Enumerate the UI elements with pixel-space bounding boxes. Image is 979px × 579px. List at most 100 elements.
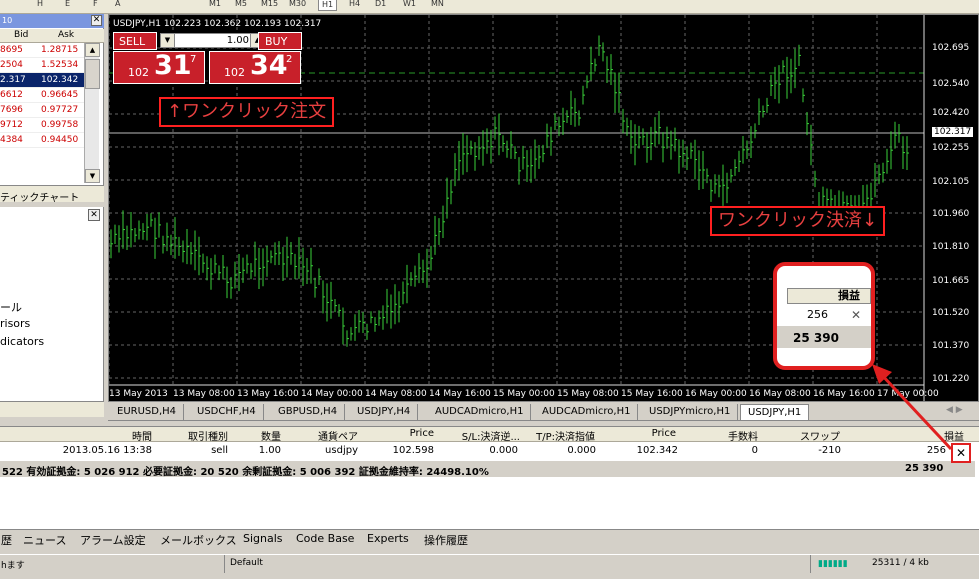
col-sl[interactable]: S/L:決済逆... — [450, 428, 520, 443]
ask-value: 102.342 — [41, 75, 79, 85]
tab-gbpusd-h4[interactable]: GBPUSD,H4 — [271, 404, 346, 420]
close-icon[interactable]: ✕ — [88, 209, 100, 221]
tf-d1[interactable]: D1 — [372, 0, 389, 11]
tab-audcadmicro-h1-2[interactable]: AUDCADmicro,H1 — [535, 404, 639, 420]
cell-sl: 0.000 — [489, 445, 518, 456]
tf-m30[interactable]: M30 — [286, 0, 309, 11]
nav-item-advisors[interactable]: risors — [0, 317, 30, 330]
col-type[interactable]: 取引種別 — [178, 428, 228, 443]
annotation-one-click-close: ワンクリック決済↓ — [710, 206, 886, 236]
col-volume[interactable]: 数量 — [257, 428, 281, 443]
col-tp[interactable]: T/P:決済指値 — [525, 428, 595, 443]
y-tick-label: 102.695 — [932, 43, 970, 53]
market-watch-header: Bid Ask — [0, 29, 104, 43]
col-price[interactable]: Price — [404, 428, 434, 439]
tf-h1[interactable]: H1 — [318, 0, 338, 11]
scrollbar[interactable]: ▲ ▼ — [84, 43, 100, 183]
chevron-down-icon[interactable]: ▼ — [161, 34, 175, 47]
price-chart[interactable]: USDJPY,H1 102.223 102.362 102.193 102.31… — [108, 14, 979, 402]
table-row[interactable]: 2013.05.16 13:38 sell 1.00 usdjpy 102.59… — [0, 443, 979, 459]
scroll-down-icon[interactable]: ▼ — [85, 169, 100, 183]
list-item[interactable]: 2504 1.52534 — [0, 58, 84, 73]
scroll-thumb[interactable] — [85, 59, 100, 89]
nav-item-indicators[interactable]: dicators — [0, 335, 44, 348]
col-time[interactable]: 時間 — [130, 428, 152, 443]
y-tick-label: 101.220 — [932, 374, 970, 384]
navigator-tabs — [0, 401, 104, 417]
list-item[interactable]: 6612 0.96645 — [0, 88, 84, 103]
list-item[interactable]: 8695 1.28715 — [0, 43, 84, 58]
lot-size-input[interactable]: 1.00 — [177, 34, 249, 47]
navigator-panel: ✕ ール risors dicators — [0, 207, 104, 401]
nav-item-tools[interactable]: ール — [0, 299, 22, 315]
tab-usdchf-h4[interactable]: USDCHF,H4 — [190, 404, 264, 420]
tab-tick-chart[interactable]: ティックチャート — [0, 185, 104, 204]
tf-m5[interactable]: M5 — [232, 0, 250, 11]
terminal-panel: 時間 取引種別 数量 通貨ペア Price S/L:決済逆... T/P:決済指… — [0, 426, 979, 529]
status-profile[interactable]: Default — [230, 558, 263, 568]
scroll-up-icon[interactable]: ▲ — [85, 43, 100, 57]
ask-value: 1.52534 — [41, 60, 79, 70]
status-traffic: 25311 / 4 kb — [872, 558, 929, 568]
tab-journal[interactable]: 操作履歴 — [424, 532, 468, 548]
col-commission[interactable]: 手数料 — [722, 428, 758, 443]
buy-button[interactable]: BUY — [258, 32, 302, 50]
tf-m15[interactable]: M15 — [258, 0, 281, 11]
col-swap[interactable]: スワップ — [800, 428, 840, 443]
y-tick-label: 102.540 — [932, 79, 970, 89]
bid-value: 2504 — [0, 60, 23, 70]
market-watch-panel: 10 ✕ Bid Ask 8695 1.28715 2504 1.52534 2.3… — [0, 14, 104, 204]
close-position-icon[interactable]: ✕ — [951, 443, 971, 463]
tab-experts[interactable]: Experts — [367, 532, 409, 545]
tab-code-base[interactable]: Code Base — [296, 532, 354, 545]
toolbar-btn-a[interactable]: A — [112, 0, 123, 11]
tab-eurusd-h4[interactable]: EURUSD,H4 — [110, 404, 185, 420]
toolbar-btn-f[interactable]: F — [90, 0, 101, 11]
tab-signals[interactable]: Signals — [243, 532, 283, 545]
tf-h4[interactable]: H4 — [346, 0, 363, 11]
y-tick-label: 102.420 — [932, 108, 970, 118]
tf-m1[interactable]: M1 — [206, 0, 224, 11]
y-tick-label: 102.105 — [932, 177, 970, 187]
tab-scroll-arrows[interactable]: ◀ ▶ — [946, 405, 963, 415]
market-watch-rows: 8695 1.28715 2504 1.52534 2.317 102.342 661… — [0, 43, 84, 148]
tab-mailbox[interactable]: メールボックス — [160, 532, 237, 548]
x-tick-label: 15 May 16:00 — [621, 389, 683, 399]
lot-size-stepper[interactable]: ▼ 1.00 ▲ — [160, 33, 264, 48]
y-tick-label: 101.665 — [932, 276, 970, 286]
tab-alerts[interactable]: アラーム設定 — [80, 532, 146, 548]
cell-symbol: usdjpy — [325, 445, 358, 456]
close-icon[interactable]: ✕ — [91, 15, 102, 26]
col-profit[interactable]: 損益 — [940, 428, 964, 443]
col-price-current[interactable]: Price — [646, 428, 676, 439]
list-item[interactable]: 4384 0.94450 — [0, 133, 84, 148]
tab-history[interactable]: 歴 — [1, 532, 12, 548]
trade-table-header: 時間 取引種別 数量 通貨ペア Price S/L:決済逆... T/P:決済指… — [0, 427, 979, 443]
list-item-selected[interactable]: 2.317 102.342 — [0, 73, 84, 88]
y-tick-label: 102.255 — [932, 143, 970, 153]
col-bid[interactable]: Bid — [14, 30, 28, 40]
list-item[interactable]: 9712 0.99758 — [0, 118, 84, 133]
cell-tp: 0.000 — [567, 445, 596, 456]
balance-text: 522 有効証拠金: 5 026 912 必要証拠金: 20 520 余剰証拠金… — [2, 467, 489, 478]
buy-price[interactable]: 102 34 2 — [209, 50, 301, 84]
col-ask[interactable]: Ask — [58, 30, 74, 40]
ask-value: 0.99758 — [41, 120, 79, 130]
tf-mn[interactable]: MN — [428, 0, 447, 11]
profit-header: 損益 — [787, 288, 871, 304]
tab-usdjpy-h4[interactable]: USDJPY,H4 — [350, 404, 419, 420]
col-symbol[interactable]: 通貨ペア — [310, 428, 358, 443]
toolbar-btn-e[interactable]: E — [62, 0, 73, 11]
close-icon[interactable]: ✕ — [851, 308, 861, 322]
x-tick-label: 13 May 2013 — [109, 389, 168, 399]
tab-usdjpymicro-h1[interactable]: USDJPYmicro,H1 — [642, 404, 739, 420]
tab-usdjpy-h1[interactable]: USDJPY,H1 — [740, 404, 810, 420]
tf-w1[interactable]: W1 — [400, 0, 419, 11]
terminal-tabs: 歴 ニュース アラーム設定 メールボックス Signals Code Base … — [0, 529, 979, 548]
toolbar-btn-h[interactable]: H — [34, 0, 46, 11]
sell-button[interactable]: SELL — [113, 32, 157, 50]
tab-news[interactable]: ニュース — [23, 532, 66, 548]
sell-price[interactable]: 102 31 7 — [113, 50, 205, 84]
tab-audcadmicro-h1[interactable]: AUDCADmicro,H1 — [428, 404, 532, 420]
list-item[interactable]: 7696 0.97727 — [0, 103, 84, 118]
